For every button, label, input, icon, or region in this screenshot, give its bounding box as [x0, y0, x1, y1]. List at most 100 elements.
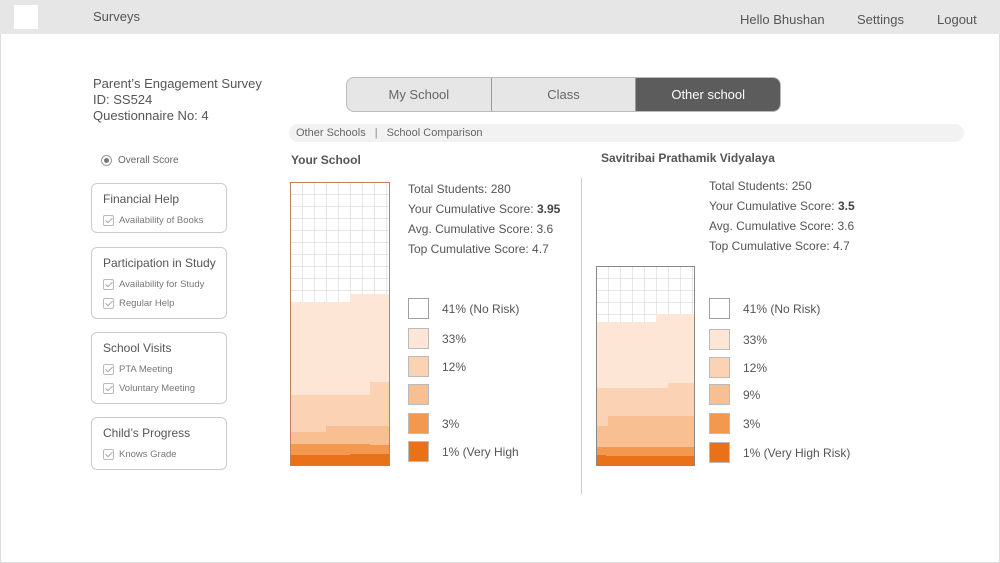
radio-selected-icon[interactable]	[101, 155, 112, 166]
logo[interactable]	[14, 5, 38, 29]
survey-id: ID: SS524	[93, 92, 153, 107]
breadcrumb-separator: |	[374, 127, 378, 139]
group-title: Financial Help	[103, 192, 180, 206]
legend-label: 33%	[743, 332, 768, 347]
survey-info: Parent’s Engagement Survey ID: SS524 Que…	[93, 76, 262, 124]
logout-link[interactable]: Logout	[937, 12, 977, 27]
checkbox-icon[interactable]	[103, 298, 114, 309]
score-label: Your Cumulative Score:	[408, 202, 537, 216]
tab-my-school[interactable]: My School	[347, 78, 492, 111]
other-school-risk-bar	[596, 266, 695, 466]
legend-item: 3%	[709, 413, 760, 434]
legend-item: 9%	[709, 384, 760, 405]
score-value: 3.95	[536, 202, 561, 216]
legend-label: 12%	[743, 360, 768, 375]
swatch-level-3	[408, 356, 429, 377]
checkbox-icon[interactable]	[103, 215, 114, 226]
legend-label: 41% (No Risk)	[442, 301, 520, 316]
swatch-level-4	[408, 384, 429, 405]
segment-very-high-risk	[596, 455, 695, 466]
avg-cumulative-score: Avg. Cumulative Score: 3.6	[709, 219, 855, 233]
your-cumulative-score: Your Cumulative Score: 3.5	[709, 196, 855, 216]
swatch-level-2	[709, 329, 730, 350]
swatch-no-risk	[408, 298, 429, 319]
filter-item-availability-of-books[interactable]: Availability of Books	[103, 211, 226, 230]
filter-item-knows-grade[interactable]: Knows Grade	[103, 445, 226, 464]
group-title: Child’s Progress	[103, 426, 191, 440]
overall-score-option[interactable]: Overall Score	[101, 155, 179, 166]
other-school-stats: Total Students: 250 Your Cumulative Scor…	[709, 176, 855, 256]
app-title[interactable]: Surveys	[93, 9, 140, 24]
checkbox-icon[interactable]	[103, 449, 114, 460]
legend-item: 12%	[709, 357, 767, 378]
filter-group-participation-in-study: Participation in Study Availability for …	[91, 247, 227, 319]
overall-score-label: Overall Score	[118, 155, 179, 166]
top-cumulative-score: Top Cumulative Score: 4.7	[408, 242, 549, 256]
legend-label: 33%	[442, 331, 467, 346]
legend-item: 33%	[709, 329, 767, 350]
filter-item-label: Voluntary Meeting	[119, 383, 196, 394]
filter-item-label: Availability of Books	[119, 215, 204, 226]
legend-item: 41% (No Risk)	[408, 298, 519, 319]
your-cumulative-score: Your Cumulative Score: 3.95	[408, 199, 560, 219]
user-greeting[interactable]: Hello Bhushan	[740, 12, 825, 27]
survey-title: Parent’s Engagement Survey	[93, 76, 262, 91]
settings-link[interactable]: Settings	[857, 12, 904, 27]
top-bar: Surveys Hello Bhushan Settings Logout	[0, 0, 1000, 34]
your-school-risk-bar	[290, 182, 390, 466]
breadcrumb: Other Schools | School Comparison	[289, 124, 964, 142]
swatch-level-5	[709, 413, 730, 434]
legend-label: 1% (Very High	[442, 444, 519, 459]
filter-item-availability-for-study[interactable]: Availability for Study	[103, 275, 226, 294]
filter-group-childs-progress: Child’s Progress Knows Grade	[91, 417, 227, 470]
filter-group-school-visits: School Visits PTA Meeting Voluntary Meet…	[91, 332, 227, 404]
panel-divider	[581, 178, 582, 494]
your-school-title: Your School	[291, 153, 361, 167]
legend-item: 1% (Very High Risk)	[709, 442, 850, 463]
swatch-level-3	[709, 357, 730, 378]
legend-label: 12%	[442, 359, 467, 374]
questionnaire-number: Questionnaire No: 4	[93, 108, 209, 123]
legend-label: 3%	[442, 416, 460, 431]
swatch-level-5	[408, 413, 429, 434]
legend-item: 41% (No Risk)	[709, 298, 820, 319]
legend-label: 41% (No Risk)	[743, 301, 821, 316]
segment-very-high-risk	[290, 454, 390, 466]
legend-item: 33%	[408, 328, 466, 349]
your-school-stats: Total Students: 280 Your Cumulative Scor…	[408, 179, 560, 259]
swatch-very-high-risk	[709, 442, 730, 463]
filter-item-label: Availability for Study	[119, 279, 205, 290]
swatch-very-high-risk	[408, 441, 429, 462]
breadcrumb-other-schools[interactable]: Other Schools	[296, 127, 366, 139]
filter-item-pta-meeting[interactable]: PTA Meeting	[103, 360, 226, 379]
avg-cumulative-score: Avg. Cumulative Score: 3.6	[408, 222, 554, 236]
legend-item: 3%	[408, 413, 459, 434]
tab-other-school[interactable]: Other school	[636, 78, 780, 111]
view-tabs: My School Class Other school	[346, 77, 781, 112]
checkbox-icon[interactable]	[103, 279, 114, 290]
filter-group-financial-help: Financial Help Availability of Books	[91, 183, 227, 233]
swatch-no-risk	[709, 298, 730, 319]
breadcrumb-school-comparison[interactable]: School Comparison	[387, 127, 483, 139]
score-label: Your Cumulative Score:	[709, 199, 838, 213]
top-cumulative-score: Top Cumulative Score: 4.7	[709, 239, 850, 253]
group-title: School Visits	[103, 341, 172, 355]
legend-label: 3%	[743, 416, 761, 431]
total-students: Total Students: 280	[408, 182, 511, 196]
tab-class[interactable]: Class	[492, 78, 637, 111]
legend-item	[408, 384, 442, 405]
score-value: 3.5	[837, 199, 855, 213]
legend-label: 9%	[743, 387, 761, 402]
swatch-level-4	[709, 384, 730, 405]
legend-label: 1% (Very High Risk)	[743, 445, 851, 460]
filter-item-label: Regular Help	[119, 298, 175, 309]
checkbox-icon[interactable]	[103, 364, 114, 375]
filter-item-regular-help[interactable]: Regular Help	[103, 294, 226, 313]
legend-item: 1% (Very High	[408, 441, 519, 462]
filter-item-label: PTA Meeting	[119, 364, 173, 375]
checkbox-icon[interactable]	[103, 383, 114, 394]
filter-item-voluntary-meeting[interactable]: Voluntary Meeting	[103, 379, 226, 398]
swatch-level-2	[408, 328, 429, 349]
filter-item-label: Knows Grade	[119, 449, 177, 460]
total-students: Total Students: 250	[709, 179, 812, 193]
